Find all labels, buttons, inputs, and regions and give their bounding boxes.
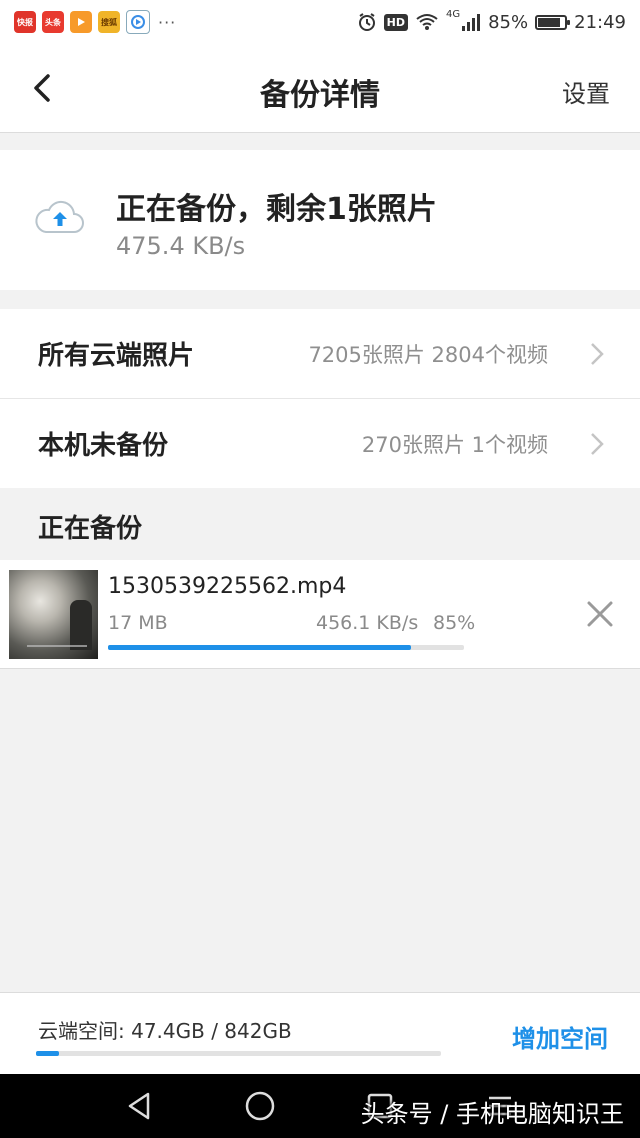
video-thumbnail	[9, 570, 98, 659]
video-app-icon	[70, 11, 92, 33]
upload-percent: 85%	[433, 612, 476, 634]
cloud-upload-icon	[35, 200, 84, 233]
battery-percent: 85%	[488, 11, 529, 33]
system-home-button[interactable]	[244, 1090, 276, 1122]
status-bar: 快报 头条 搜狐 ··· HD 4G 85% 21:49	[0, 0, 640, 44]
navigation-bar: 备份详情 设置	[0, 44, 640, 133]
battery-icon	[535, 14, 571, 30]
watermark-text: 头条号 / 手机电脑知识王	[360, 1100, 624, 1128]
page-title: 备份详情	[260, 78, 380, 113]
settings-button[interactable]: 设置	[562, 74, 610, 109]
row-local-not-backed-up[interactable]: 本机未备份 270张照片 1个视频	[0, 399, 640, 488]
sohu-app-icon: 搜狐	[98, 11, 120, 33]
clock: 21:49	[574, 11, 626, 33]
chevron-right-icon	[591, 432, 604, 455]
storage-usage-label: 云端空间: 47.4GB / 842GB	[38, 1019, 292, 1043]
more-notifications-icon: ···	[158, 12, 177, 32]
backup-status-card: 正在备份，剩余1张照片 475.4 KB/s	[0, 150, 640, 290]
row-label: 所有云端照片	[38, 341, 195, 371]
triangle-back-icon	[128, 1092, 150, 1120]
upload-file-size: 17 MB	[108, 612, 168, 634]
toutiao-app-icon: 头条	[42, 11, 64, 33]
cancel-upload-button[interactable]	[586, 600, 614, 628]
upload-progress-fill	[108, 645, 411, 650]
close-icon	[587, 601, 613, 627]
row-value: 270张照片 1个视频	[361, 432, 548, 457]
kuaibao-app-icon: 快报	[14, 11, 36, 33]
storage-usage-bar	[36, 1051, 441, 1056]
chevron-right-icon	[591, 342, 604, 365]
add-space-button[interactable]: 增加空间	[512, 1019, 608, 1054]
storage-usage-fill	[36, 1051, 59, 1056]
upload-progress-bar	[108, 645, 464, 650]
backup-speed: 475.4 KB/s	[116, 232, 246, 260]
circle-home-icon	[245, 1091, 275, 1121]
wifi-icon	[416, 14, 438, 30]
system-back-button[interactable]	[124, 1090, 156, 1122]
status-right: HD 4G 85% 21:49	[357, 0, 626, 44]
upload-list-item: 1530539225562.mp4 17 MB 456.1 KB/s 85%	[0, 560, 640, 669]
row-cloud-photos[interactable]: 所有云端照片 7205张照片 2804个视频	[0, 309, 640, 398]
backup-status-title: 正在备份，剩余1张照片	[116, 192, 437, 227]
section-title-backing-up: 正在备份	[38, 514, 143, 544]
row-value: 7205张照片 2804个视频	[308, 342, 548, 367]
upload-speed: 456.1 KB/s	[316, 612, 419, 634]
row-label: 本机未备份	[38, 431, 169, 461]
notification-icons: 快报 头条 搜狐 ···	[0, 10, 176, 34]
network-type: 4G	[445, 8, 461, 20]
alarm-icon	[358, 13, 375, 31]
signal-icon	[462, 14, 481, 31]
storage-footer: 云端空间: 47.4GB / 842GB 增加空间	[0, 992, 640, 1075]
upload-file-name: 1530539225562.mp4	[108, 574, 347, 599]
hd-badge: HD	[383, 13, 408, 31]
player-app-icon	[126, 10, 150, 34]
